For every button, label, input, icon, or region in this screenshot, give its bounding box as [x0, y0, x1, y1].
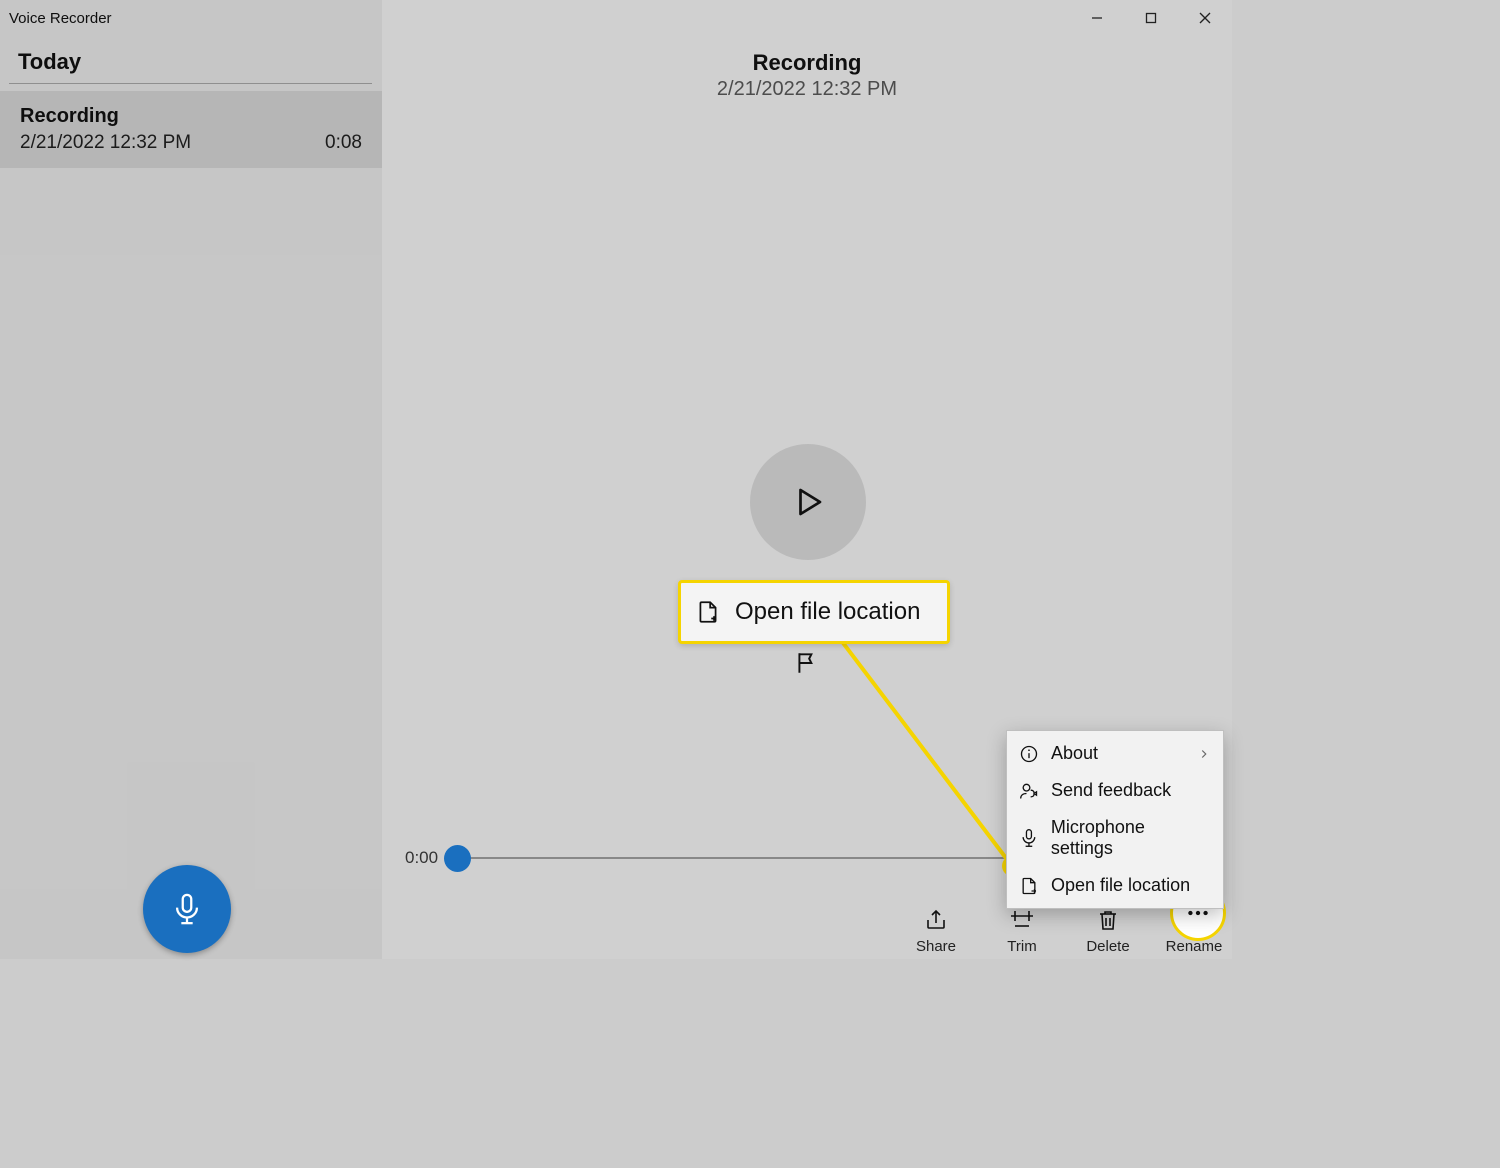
- highlight-label: Open file location: [735, 598, 920, 626]
- recording-item-duration: 0:08: [325, 132, 362, 154]
- minimize-button[interactable]: [1070, 0, 1124, 36]
- menu-open-label: Open file location: [1051, 875, 1190, 896]
- info-icon: [1019, 744, 1039, 764]
- menu-mic-label: Microphone settings: [1051, 817, 1211, 859]
- minimize-icon: [1090, 11, 1104, 25]
- recording-list-item[interactable]: Recording 2/21/2022 12:32 PM 0:08: [0, 91, 382, 168]
- chevron-right-icon: [1197, 747, 1211, 761]
- maximize-icon: [1144, 11, 1158, 25]
- record-button[interactable]: [143, 865, 231, 953]
- trim-button[interactable]: Trim: [994, 908, 1050, 955]
- share-button[interactable]: Share: [908, 908, 964, 955]
- window-controls: [1070, 0, 1232, 36]
- close-icon: [1198, 11, 1212, 25]
- microphone-icon: [1019, 828, 1039, 848]
- delete-button[interactable]: Delete: [1080, 908, 1136, 955]
- background-fill-bottom: [0, 959, 1500, 1168]
- trim-label: Trim: [1007, 938, 1036, 955]
- maximize-button[interactable]: [1124, 0, 1178, 36]
- trim-icon: [1009, 908, 1035, 932]
- main-panel: Recording 2/21/2022 12:32 PM Open file l…: [382, 0, 1232, 959]
- open-file-location-icon: [1019, 876, 1039, 896]
- microphone-icon: [170, 892, 204, 926]
- menu-item-microphone-settings[interactable]: Microphone settings: [1007, 809, 1223, 867]
- recording-header: Recording 2/21/2022 12:32 PM: [382, 50, 1232, 101]
- menu-item-send-feedback[interactable]: Send feedback: [1007, 772, 1223, 809]
- timeline-thumb[interactable]: [444, 845, 471, 872]
- recording-item-title: Recording: [20, 105, 362, 128]
- menu-item-about[interactable]: About: [1007, 735, 1223, 772]
- delete-label: Delete: [1086, 938, 1129, 955]
- share-label: Share: [916, 938, 956, 955]
- play-button[interactable]: [750, 444, 866, 560]
- app-title: Voice Recorder: [0, 0, 382, 39]
- open-file-location-icon: [695, 599, 721, 625]
- recording-title: Recording: [382, 50, 1232, 76]
- share-icon: [924, 908, 948, 932]
- menu-item-open-file-location[interactable]: Open file location: [1007, 867, 1223, 904]
- menu-about-label: About: [1051, 743, 1098, 764]
- sidebar-group-today: Today: [9, 39, 372, 84]
- flag-icon: [794, 650, 820, 676]
- trash-icon: [1097, 908, 1119, 932]
- highlight-open-file-location: Open file location: [678, 580, 950, 644]
- more-menu: About Send feedback Microphone settings …: [1006, 730, 1224, 909]
- timeline-start-label: 0:00: [405, 848, 438, 868]
- background-fill-right: [1232, 0, 1500, 959]
- menu-feedback-label: Send feedback: [1051, 780, 1171, 801]
- add-marker-button[interactable]: [794, 650, 820, 681]
- voice-recorder-window: Voice Recorder Today Recording 2/21/2022…: [0, 0, 1232, 959]
- close-button[interactable]: [1178, 0, 1232, 36]
- recording-datetime: 2/21/2022 12:32 PM: [382, 78, 1232, 101]
- recording-item-datetime: 2/21/2022 12:32 PM: [20, 132, 191, 154]
- recordings-sidebar: Voice Recorder Today Recording 2/21/2022…: [0, 0, 382, 959]
- feedback-icon: [1019, 781, 1039, 801]
- play-icon: [790, 484, 826, 520]
